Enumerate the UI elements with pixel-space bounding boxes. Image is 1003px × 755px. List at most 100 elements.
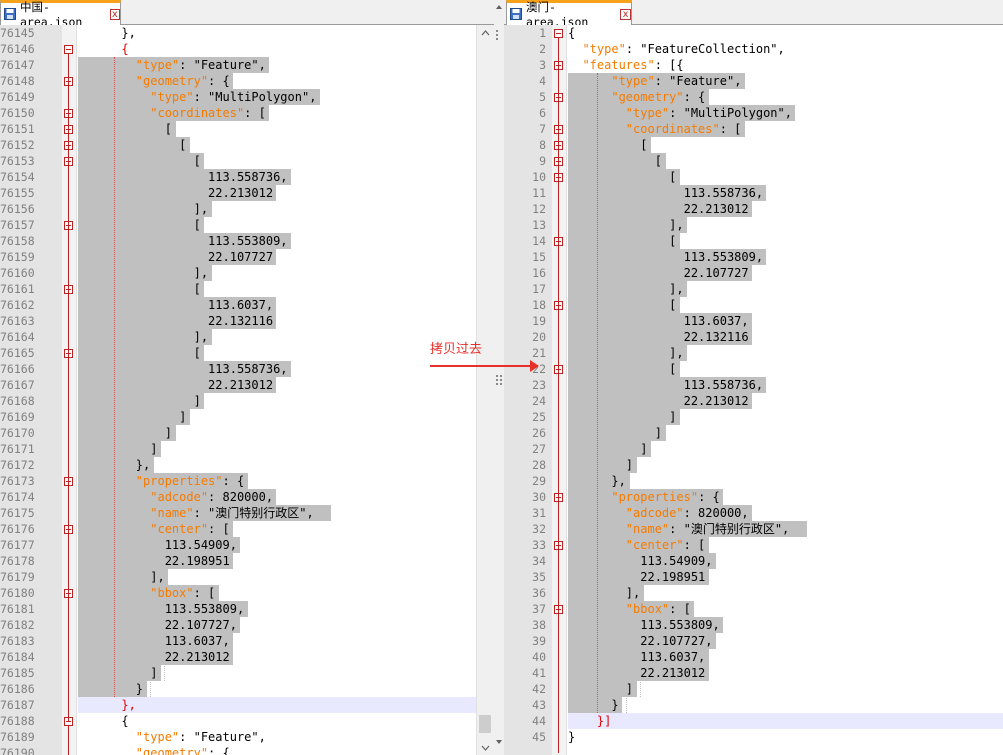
code-line[interactable]: 76168 ] bbox=[0, 393, 494, 409]
code-line[interactable]: 76185 ] bbox=[0, 665, 494, 681]
code-line[interactable]: 76158 113.553809, bbox=[0, 233, 494, 249]
scroll-up-icon[interactable] bbox=[477, 26, 494, 40]
code-line[interactable]: 21 ], bbox=[504, 345, 1003, 361]
code-line[interactable]: 12 22.213012 bbox=[504, 201, 1003, 217]
code-line[interactable]: 76146 { bbox=[0, 41, 494, 57]
code-line[interactable]: 76182 22.107727, bbox=[0, 617, 494, 633]
code-line[interactable]: 76150 "coordinates": [ bbox=[0, 105, 494, 121]
code-line[interactable]: 76154 113.558736, bbox=[0, 169, 494, 185]
code-line[interactable]: 44 }] bbox=[504, 713, 1003, 729]
code-line[interactable]: 2 "type": "FeatureCollection", bbox=[504, 41, 1003, 57]
code-line[interactable]: 76157 [ bbox=[0, 217, 494, 233]
code-line[interactable]: 34 113.54909, bbox=[504, 553, 1003, 569]
code-line[interactable]: 3 "features": [{ bbox=[504, 57, 1003, 73]
code-line[interactable]: 76173 "properties": { bbox=[0, 473, 494, 489]
close-icon[interactable]: x bbox=[109, 8, 120, 20]
code-line[interactable]: 76186 } bbox=[0, 681, 494, 697]
code-line[interactable]: 7 "coordinates": [ bbox=[504, 121, 1003, 137]
tab-china-area-json[interactable]: 中国-area.json x bbox=[0, 0, 121, 29]
code-line[interactable]: 76151 [ bbox=[0, 121, 494, 137]
code-line[interactable]: 76188 { bbox=[0, 713, 494, 729]
code-line[interactable]: 76166 113.558736, bbox=[0, 361, 494, 377]
code-line[interactable]: 11 113.558736, bbox=[504, 185, 1003, 201]
code-line[interactable]: 14 [ bbox=[504, 233, 1003, 249]
code-line[interactable]: 76181 113.553809, bbox=[0, 601, 494, 617]
code-line[interactable]: 76170 ] bbox=[0, 425, 494, 441]
code-line[interactable]: 4 "type": "Feature", bbox=[504, 73, 1003, 89]
code-line[interactable]: 76165 [ bbox=[0, 345, 494, 361]
splitter-down-icon[interactable] bbox=[494, 737, 504, 747]
code-line[interactable]: 76167 22.213012 bbox=[0, 377, 494, 393]
tab-macau-area-json[interactable]: 澳门-area.json x bbox=[506, 0, 632, 29]
code-line[interactable]: 33 "center": [ bbox=[504, 537, 1003, 553]
code-line[interactable]: 26 ] bbox=[504, 425, 1003, 441]
code-line[interactable]: 41 22.213012 bbox=[504, 665, 1003, 681]
code-line[interactable]: 28 ] bbox=[504, 457, 1003, 473]
code-line[interactable]: 39 22.107727, bbox=[504, 633, 1003, 649]
code-line[interactable]: 76163 22.132116 bbox=[0, 313, 494, 329]
code-line[interactable]: 20 22.132116 bbox=[504, 329, 1003, 345]
left-vertical-scrollbar[interactable] bbox=[476, 25, 494, 755]
code-line[interactable]: 5 "geometry": { bbox=[504, 89, 1003, 105]
code-line[interactable]: 76161 [ bbox=[0, 281, 494, 297]
code-line[interactable]: 27 ] bbox=[504, 441, 1003, 457]
right-code-area[interactable]: 1{2 "type": "FeatureCollection", 3 "featu… bbox=[504, 25, 1003, 755]
code-line[interactable]: 76169 ] bbox=[0, 409, 494, 425]
fold-toggle-icon[interactable] bbox=[554, 29, 563, 38]
close-icon[interactable]: x bbox=[620, 8, 631, 20]
code-line[interactable]: 25 ] bbox=[504, 409, 1003, 425]
code-line[interactable]: 76145 }, bbox=[0, 25, 494, 41]
code-line[interactable]: 43 } bbox=[504, 697, 1003, 713]
code-line[interactable]: 76183 113.6037, bbox=[0, 633, 494, 649]
code-line[interactable]: 76155 22.213012 bbox=[0, 185, 494, 201]
code-line[interactable]: 76178 22.198951 bbox=[0, 553, 494, 569]
code-line[interactable]: 24 22.213012 bbox=[504, 393, 1003, 409]
code-line[interactable]: 31 "adcode": 820000, bbox=[504, 505, 1003, 521]
code-line[interactable]: 76153 [ bbox=[0, 153, 494, 169]
code-line[interactable]: 76174 "adcode": 820000, bbox=[0, 489, 494, 505]
scroll-thumb[interactable] bbox=[479, 715, 491, 733]
code-line[interactable]: 1{ bbox=[504, 25, 1003, 41]
code-line[interactable]: 42 ] bbox=[504, 681, 1003, 697]
code-line[interactable]: 76184 22.213012 bbox=[0, 649, 494, 665]
code-line[interactable]: 29 }, bbox=[504, 473, 1003, 489]
code-line[interactable]: 16 22.107727 bbox=[504, 265, 1003, 281]
code-line[interactable]: 76171 ] bbox=[0, 441, 494, 457]
code-line[interactable]: 22 [ bbox=[504, 361, 1003, 377]
code-line[interactable]: 76152 [ bbox=[0, 137, 494, 153]
code-line[interactable]: 9 [ bbox=[504, 153, 1003, 169]
code-line[interactable]: 32 "name": "澳门特别行政区", bbox=[504, 521, 1003, 537]
code-line[interactable]: 13 ], bbox=[504, 217, 1003, 233]
code-line[interactable]: 76176 "center": [ bbox=[0, 521, 494, 537]
code-line[interactable]: 76148 "geometry": { bbox=[0, 73, 494, 89]
code-line[interactable]: 35 22.198951 bbox=[504, 569, 1003, 585]
code-line[interactable]: 76164 ], bbox=[0, 329, 494, 345]
code-line[interactable]: 6 "type": "MultiPolygon", bbox=[504, 105, 1003, 121]
code-line[interactable]: 76187 }, bbox=[0, 697, 494, 713]
code-line[interactable]: 40 113.6037, bbox=[504, 649, 1003, 665]
code-line[interactable]: 17 ], bbox=[504, 281, 1003, 297]
code-line[interactable]: 19 113.6037, bbox=[504, 313, 1003, 329]
code-line[interactable]: 23 113.558736, bbox=[504, 377, 1003, 393]
code-line[interactable]: 36 ], bbox=[504, 585, 1003, 601]
code-line[interactable]: 38 113.553809, bbox=[504, 617, 1003, 633]
code-line[interactable]: 76172 }, bbox=[0, 457, 494, 473]
code-line[interactable]: 37 "bbox": [ bbox=[504, 601, 1003, 617]
scroll-down-icon[interactable] bbox=[477, 741, 494, 755]
code-line[interactable]: 76189 "type": "Feature", bbox=[0, 729, 494, 745]
code-line[interactable]: 76177 113.54909, bbox=[0, 537, 494, 553]
code-line[interactable]: 76175 "name": "澳门特别行政区", bbox=[0, 505, 494, 521]
code-line[interactable]: 76190 "geometry": { bbox=[0, 745, 494, 755]
code-line[interactable]: 76149 "type": "MultiPolygon", bbox=[0, 89, 494, 105]
fold-toggle-icon[interactable] bbox=[64, 45, 73, 54]
pane-splitter[interactable] bbox=[494, 0, 504, 755]
code-line[interactable]: 15 113.553809, bbox=[504, 249, 1003, 265]
splitter-up-icon[interactable] bbox=[494, 2, 504, 12]
code-line[interactable]: 8 [ bbox=[504, 137, 1003, 153]
code-line[interactable]: 45} bbox=[504, 729, 1003, 745]
code-line[interactable]: 76147 "type": "Feature", bbox=[0, 57, 494, 73]
left-code-area[interactable]: 76145 }, 76146 {76147 "type": "Feature", 7… bbox=[0, 25, 494, 755]
code-line[interactable]: 76156 ], bbox=[0, 201, 494, 217]
code-line[interactable]: 76159 22.107727 bbox=[0, 249, 494, 265]
code-line[interactable]: 10 [ bbox=[504, 169, 1003, 185]
